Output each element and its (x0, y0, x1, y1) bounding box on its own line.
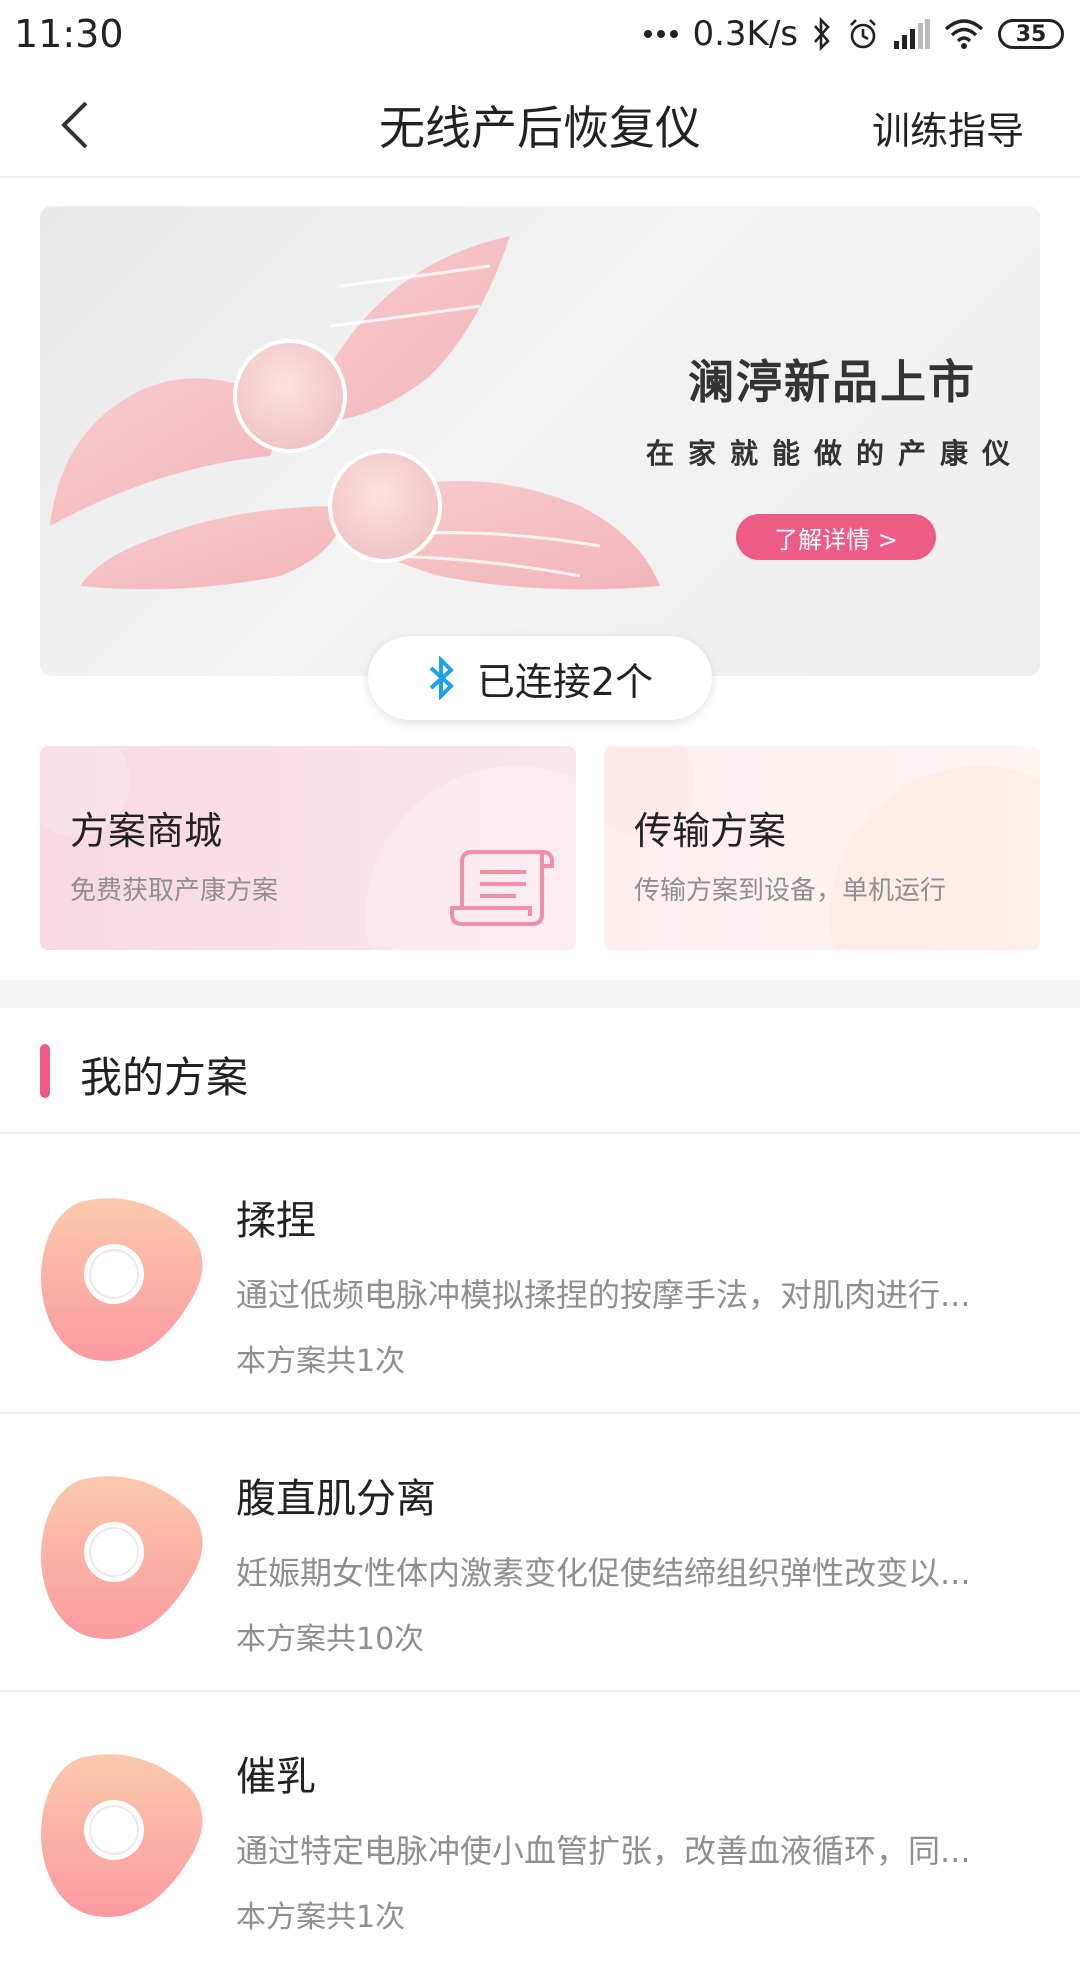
plan-name: 催乳 (236, 1754, 316, 1800)
card-title: 方案商城 (70, 809, 223, 853)
plan-name: 腹直肌分离 (236, 1476, 436, 1522)
section-accent-bar (40, 1044, 50, 1098)
plan-count: 本方案共1次 (236, 1900, 406, 1935)
card-title: 传输方案 (634, 809, 787, 853)
wifi-icon (944, 19, 984, 49)
dots-icon (644, 30, 679, 38)
signal-icon (894, 19, 930, 49)
training-guide-button[interactable]: 训练指导 (872, 100, 1024, 155)
network-speed: 0.3K/s (692, 14, 798, 54)
plan-store-card[interactable]: 方案商城 免费获取产康方案 (40, 746, 576, 950)
banner-subtitle: 在家就能做的产康仪 (646, 437, 1025, 470)
learn-more-button[interactable]: 了解详情 > (736, 514, 936, 560)
device-wings-image (50, 236, 660, 590)
plan-list-item[interactable]: 催乳 通过特定电脉冲使小血管扩张，改善血液循环，同... 本方案共1次 (0, 1692, 1080, 1970)
bluetooth-icon (429, 656, 454, 700)
banner-title: 澜渟新品上市 (688, 355, 976, 409)
plan-name: 揉捏 (236, 1198, 316, 1244)
card-desc: 传输方案到设备，单机运行 (634, 876, 947, 906)
alarm-icon (846, 17, 880, 51)
transfer-plan-card[interactable]: 传输方案 传输方案到设备，单机运行 (604, 746, 1040, 950)
status-time: 11:30 (14, 12, 124, 56)
battery-icon: 35 (998, 19, 1064, 49)
promo-banner[interactable]: 澜渟新品上市 在家就能做的产康仪 了解详情 > (40, 206, 1040, 676)
status-icons: 0.3K/s 35 (644, 14, 1064, 54)
plan-count: 本方案共1次 (236, 1344, 406, 1379)
section-title: 我的方案 (80, 1053, 249, 1102)
device-pad-icon (41, 1754, 203, 1917)
plan-count: 本方案共10次 (236, 1622, 425, 1657)
connection-label: 已连接2个 (476, 659, 654, 704)
plan-list-item[interactable]: 腹直肌分离 妊娠期女性体内激素变化促使结缔组织弹性改变以... 本方案共10次 (0, 1414, 1080, 1692)
device-pad-icon (41, 1476, 203, 1639)
my-plans-header: 我的方案 (0, 1008, 1080, 1134)
scroll-icon (450, 850, 554, 926)
plan-list-item[interactable]: 揉捏 通过低频电脉冲模拟揉捏的按摩手法，对肌肉进行... 本方案共1次 (0, 1136, 1080, 1414)
status-bar: 11:30 0.3K/s 35 (0, 0, 1080, 68)
app-header: 无线产后恢复仪 训练指导 (0, 68, 1080, 178)
connection-status-button[interactable]: 已连接2个 (368, 636, 712, 720)
section-divider (0, 980, 1080, 1008)
plan-desc: 妊娠期女性体内激素变化促使结缔组织弹性改变以... (236, 1554, 971, 1592)
card-desc: 免费获取产康方案 (70, 876, 279, 906)
device-pad-icon (41, 1198, 203, 1361)
plan-desc: 通过特定电脉冲使小血管扩张，改善血液循环，同... (236, 1832, 971, 1870)
bluetooth-icon (812, 17, 832, 51)
plan-desc: 通过低频电脉冲模拟揉捏的按摩手法，对肌肉进行... (236, 1276, 971, 1314)
